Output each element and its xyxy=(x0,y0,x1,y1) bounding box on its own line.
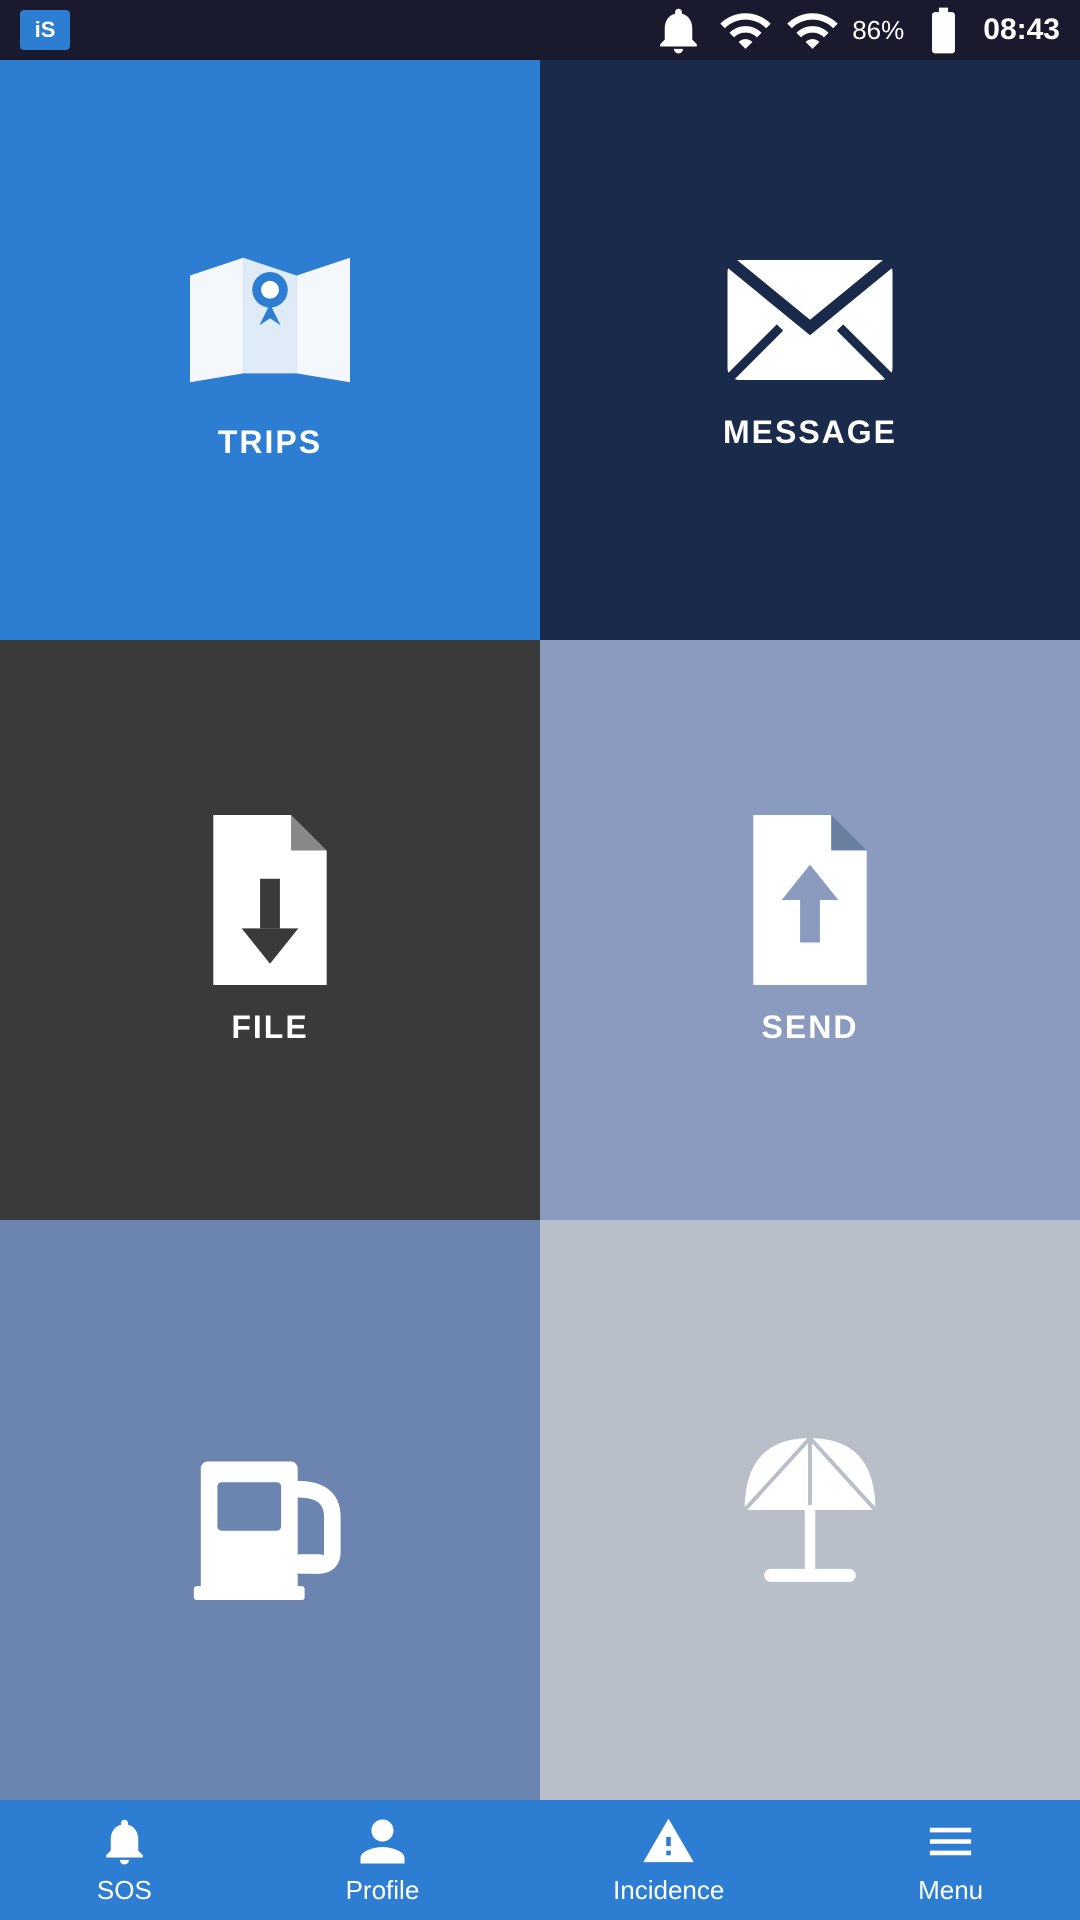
message-icon-container xyxy=(720,250,900,390)
message-label: MESSAGE xyxy=(723,414,897,451)
app-logo: iS xyxy=(20,10,70,50)
fuel-icon xyxy=(180,1420,360,1600)
status-bar: iS 86% 08:43 xyxy=(0,0,1080,60)
main-grid: TRIPS MESSAGE FILE xyxy=(0,60,1080,1800)
trips-label: TRIPS xyxy=(218,424,322,461)
file-cell[interactable]: FILE xyxy=(0,640,540,1220)
nav-incidence[interactable]: Incidence xyxy=(613,1814,724,1906)
status-right: 86% 08:43 xyxy=(651,3,1060,58)
sos-label: SOS xyxy=(97,1875,152,1906)
file-upload-icon xyxy=(735,815,885,985)
file-download-icon xyxy=(195,815,345,985)
file-label: FILE xyxy=(231,1009,308,1046)
nav-sos[interactable]: SOS xyxy=(97,1814,152,1906)
profile-label: Profile xyxy=(346,1875,420,1906)
send-cell[interactable]: SEND xyxy=(540,640,1080,1220)
nav-menu[interactable]: Menu xyxy=(918,1814,983,1906)
send-label: SEND xyxy=(762,1009,859,1046)
bottom-nav: SOS Profile Incidence Menu xyxy=(0,1800,1080,1920)
wifi-icon xyxy=(718,3,773,58)
status-left: iS xyxy=(20,10,70,50)
message-cell[interactable]: MESSAGE xyxy=(540,60,1080,640)
fuel-cell[interactable] xyxy=(0,1220,540,1800)
menu-label: Menu xyxy=(918,1875,983,1906)
bell-icon xyxy=(97,1814,152,1869)
trips-icon xyxy=(180,240,360,400)
vacation-cell[interactable] xyxy=(540,1220,1080,1800)
nav-profile[interactable]: Profile xyxy=(346,1814,420,1906)
signal-icon xyxy=(785,3,840,58)
battery-icon xyxy=(916,3,971,58)
trips-cell[interactable]: TRIPS xyxy=(0,60,540,640)
incidence-label: Incidence xyxy=(613,1875,724,1906)
alarm-icon xyxy=(651,3,706,58)
person-icon xyxy=(355,1814,410,1869)
status-time: 08:43 xyxy=(983,13,1060,47)
hamburger-icon xyxy=(923,1814,978,1869)
battery-level: 86% xyxy=(852,15,904,46)
vacation-icon xyxy=(725,1425,895,1595)
warning-icon xyxy=(641,1814,696,1869)
